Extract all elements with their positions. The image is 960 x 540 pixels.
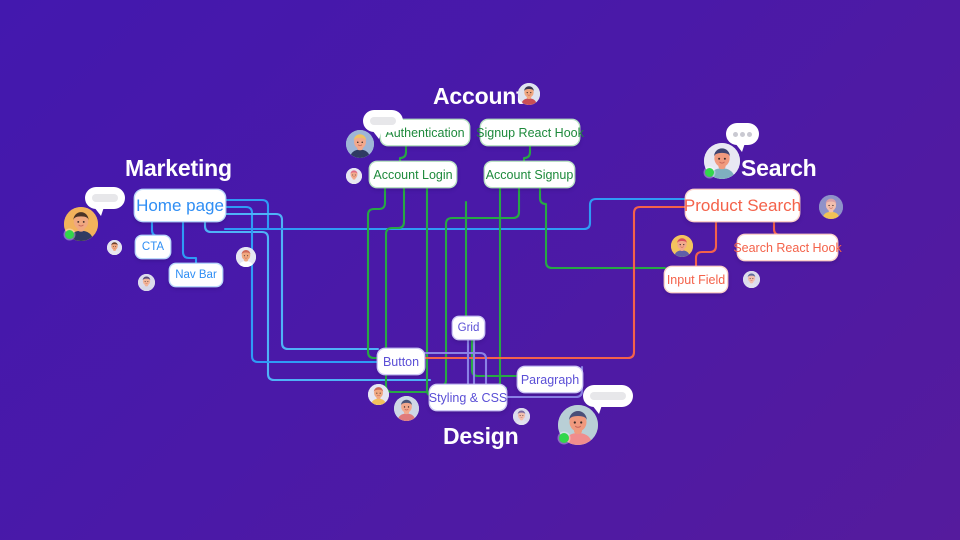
card-signup-react-hook[interactable]: Signup React Hook — [476, 120, 584, 145]
avatar-image — [513, 408, 530, 425]
card-styling-css[interactable]: Styling & CSS — [429, 385, 507, 410]
collaboration-board: Marketing Account Search Design Home pag… — [0, 0, 960, 540]
card-home-page[interactable]: Home page — [135, 190, 225, 221]
section-title-search: Search — [741, 155, 817, 181]
avatar-marketing-m1[interactable] — [107, 240, 122, 255]
section-title-marketing: Marketing — [125, 155, 232, 181]
avatar-marketing-m3[interactable] — [236, 247, 256, 267]
card-input-field[interactable]: Input Field — [665, 267, 727, 292]
speech-bubble — [726, 123, 759, 152]
avatar-account-lead[interactable] — [346, 110, 403, 158]
section-title-design: Design — [443, 423, 519, 449]
avatar-image — [346, 168, 362, 184]
card-account-signup[interactable]: Account Signup — [485, 162, 574, 187]
avatar-image — [368, 384, 389, 405]
message-placeholder — [92, 194, 118, 202]
card-paragraph[interactable]: Paragraph — [518, 367, 582, 392]
avatar-search-m3[interactable] — [743, 271, 760, 288]
avatar-account-m1[interactable] — [346, 168, 362, 184]
card-cta[interactable]: CTA — [136, 236, 170, 258]
message-placeholder — [590, 392, 626, 400]
avatar-design-m3[interactable] — [513, 408, 530, 425]
card-nav-bar[interactable]: Nav Bar — [170, 264, 222, 286]
message-placeholder — [370, 117, 396, 125]
card-account-login[interactable]: Account Login — [370, 162, 456, 187]
avatar-image — [346, 130, 374, 158]
card-product-search[interactable]: Product Search — [684, 190, 801, 221]
typing-indicator — [733, 123, 752, 145]
avatar-image — [138, 274, 155, 291]
avatar-search-m2[interactable] — [671, 235, 693, 257]
avatar-image — [107, 240, 122, 255]
avatar-image — [394, 396, 419, 421]
avatar-marketing-lead[interactable] — [64, 187, 125, 241]
card-grid[interactable]: Grid — [453, 317, 484, 339]
speech-bubble — [85, 187, 125, 216]
card-button[interactable]: Button — [378, 349, 424, 374]
avatar-image — [819, 195, 843, 219]
avatar-account-owner[interactable] — [518, 83, 540, 105]
avatar-image — [518, 83, 540, 105]
connector-wires — [150, 143, 786, 399]
avatar-image — [671, 235, 693, 257]
avatar-image — [236, 247, 256, 267]
card-search-react-hook[interactable]: Search React Hook — [733, 235, 842, 260]
online-status-dot — [65, 230, 74, 239]
avatar-search-lead[interactable] — [704, 123, 759, 179]
section-title-account: Account — [433, 83, 524, 109]
online-status-dot — [705, 168, 714, 177]
avatar-design-m2[interactable] — [394, 396, 419, 421]
speech-bubble — [583, 385, 633, 414]
online-status-dot — [559, 433, 569, 443]
avatar-search-m1[interactable] — [819, 195, 843, 219]
avatar-marketing-m2[interactable] — [138, 274, 155, 291]
avatar-design-lead[interactable] — [558, 385, 633, 445]
speech-bubble — [363, 110, 403, 139]
avatar-image — [743, 271, 760, 288]
avatar-design-m1[interactable] — [368, 384, 389, 405]
